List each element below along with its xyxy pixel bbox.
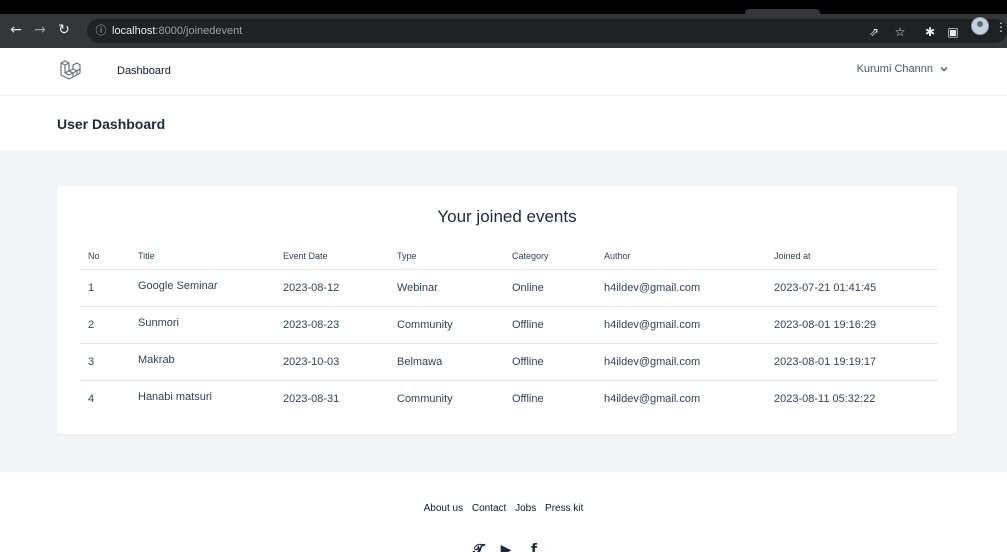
- tab-strip: [0, 0, 1007, 14]
- social-links: 𝓣 ▶ f: [466, 542, 546, 552]
- footer-link-jobs[interactable]: Jobs: [515, 503, 536, 514]
- cell-event-date: 2023-08-31: [283, 392, 340, 405]
- profile-avatar[interactable]: [971, 17, 989, 35]
- share-icon[interactable]: ⇗: [866, 24, 882, 40]
- cell-author: h4ildev@gmail.com: [596, 269, 766, 307]
- main-content: Your joined events No Title Event Date T…: [0, 152, 1007, 472]
- cell-joined-at: 2023-08-11 05:32:22: [774, 392, 876, 405]
- table-header-row: No Title Event Date Type Category Author…: [80, 244, 938, 270]
- events-card: Your joined events No Title Event Date T…: [57, 186, 957, 434]
- col-event-date: Event Date: [275, 244, 389, 270]
- info-icon[interactable]: ⓘ: [93, 23, 109, 39]
- nav-dashboard-link[interactable]: Dashboard: [117, 65, 171, 77]
- footer-link-contact[interactable]: Contact: [472, 503, 506, 514]
- url-path: :8000/joinedevent: [155, 25, 243, 37]
- cell-joined-at: 2023-07-21 01:41:45: [766, 269, 938, 307]
- reload-icon[interactable]: ↻: [54, 20, 74, 40]
- cell-category: Online: [504, 269, 596, 307]
- cell-author: h4ildev@gmail.com: [604, 392, 701, 405]
- footer-link-press-kit[interactable]: Press kit: [545, 503, 583, 514]
- cell-author: h4ildev@gmail.com: [596, 306, 766, 344]
- browser-chrome: ← → ↻ ⓘ localhost:8000/joinedevent ⇗ ☆ ✱…: [0, 0, 1007, 48]
- cell-type: Belmawa: [389, 343, 504, 381]
- page-title: User Dashboard: [57, 116, 166, 132]
- col-category: Category: [504, 244, 596, 270]
- cell-no: 1: [80, 269, 130, 307]
- col-title: Title: [130, 244, 275, 270]
- events-table: No Title Event Date Type Category Author…: [80, 244, 938, 417]
- url-host: localhost: [112, 25, 156, 37]
- col-joined-at: Joined at: [766, 244, 938, 270]
- app-navbar: Dashboard Kurumi Channn: [0, 48, 1007, 96]
- events-title: Your joined events: [437, 207, 577, 226]
- cell-title: Google Seminar: [130, 269, 275, 307]
- address-bar[interactable]: ⓘ localhost:8000/joinedevent ⇗ ☆ ✱ ▣: [87, 19, 1007, 43]
- cell-type: Webinar: [389, 269, 504, 307]
- twitter-icon[interactable]: 𝓣: [470, 542, 486, 552]
- cell-event-date: 2023-08-23: [275, 306, 389, 344]
- col-author: Author: [596, 244, 766, 270]
- browser-toolbar: ← → ↻ ⓘ localhost:8000/joinedevent ⇗ ☆ ✱…: [0, 14, 1007, 48]
- youtube-icon[interactable]: ▶: [498, 542, 514, 552]
- table-row[interactable]: 4 Hanabi matsuri 2023-08-31 Community Of…: [80, 380, 938, 417]
- extensions-icon[interactable]: ✱: [922, 24, 938, 40]
- cell-no: 3: [80, 343, 130, 381]
- cell-title: Makrab: [130, 343, 275, 381]
- col-no: No: [80, 244, 130, 270]
- cell-event-date: 2023-08-12: [275, 269, 389, 307]
- bookmark-star-icon[interactable]: ☆: [892, 24, 908, 40]
- table-row[interactable]: 2 Sunmori 2023-08-23 Community Offline h…: [80, 306, 938, 344]
- chevron-down-icon: [940, 67, 948, 72]
- cell-author: h4ildev@gmail.com: [596, 343, 766, 381]
- cell-no: 2: [80, 306, 130, 344]
- cell-joined-at: 2023-08-01 19:16:29: [766, 306, 938, 344]
- cell-title: Hanabi matsuri: [138, 390, 212, 403]
- laravel-logo-icon[interactable]: [58, 58, 82, 82]
- cell-no: 4: [88, 392, 95, 405]
- url-text: localhost:8000/joinedevent: [112, 24, 242, 38]
- cell-type: Community: [397, 392, 453, 405]
- cell-type: Community: [389, 306, 504, 344]
- cell-event-date: 2023-10-03: [275, 343, 389, 381]
- back-icon[interactable]: ←: [6, 20, 26, 40]
- more-menu-icon[interactable]: ⋮: [995, 19, 1007, 35]
- cell-category: Offline: [504, 343, 596, 381]
- cell-joined-at: 2023-08-01 19:19:17: [766, 343, 938, 381]
- cell-category: Offline: [512, 392, 544, 405]
- col-type: Type: [389, 244, 504, 270]
- forward-icon[interactable]: →: [30, 20, 50, 40]
- table-row[interactable]: 3 Makrab 2023-10-03 Belmawa Offline h4il…: [80, 343, 938, 381]
- footer-links: About us Contact Jobs Press kit: [0, 503, 1007, 514]
- table-row[interactable]: 1 Google Seminar 2023-08-12 Webinar Onli…: [80, 269, 938, 307]
- cell-category: Offline: [504, 306, 596, 344]
- side-panel-icon[interactable]: ▣: [945, 24, 961, 40]
- cell-title: Sunmori: [130, 306, 275, 344]
- page-header: User Dashboard: [0, 97, 1007, 151]
- footer-link-about[interactable]: About us: [424, 503, 463, 514]
- facebook-icon[interactable]: f: [526, 542, 542, 552]
- user-menu[interactable]: Kurumi Channn: [857, 63, 949, 75]
- user-name: Kurumi Channn: [856, 63, 933, 75]
